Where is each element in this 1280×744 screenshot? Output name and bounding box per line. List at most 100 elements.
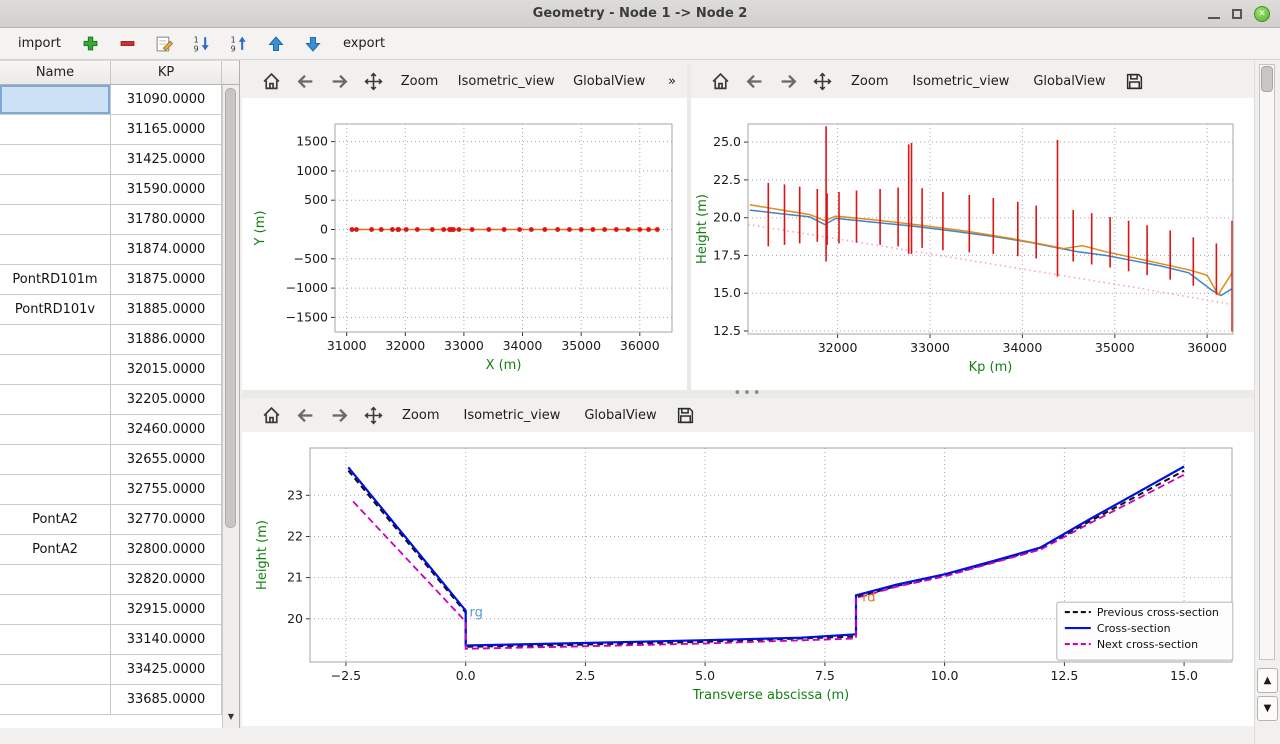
main-scrollbar-track[interactable] xyxy=(1259,64,1275,660)
name-cell[interactable] xyxy=(0,655,111,684)
name-cell[interactable] xyxy=(0,415,111,444)
table-row[interactable]: 31780.0000 xyxy=(0,205,222,235)
table-row[interactable]: 31425.0000 xyxy=(0,145,222,175)
table-row[interactable]: 32655.0000 xyxy=(0,445,222,475)
kp-cell[interactable]: 33685.0000 xyxy=(111,685,222,714)
import-button[interactable]: import xyxy=(14,33,65,54)
table-row[interactable]: PontA232770.0000 xyxy=(0,505,222,535)
table-scroll-down-icon[interactable]: ▼ xyxy=(224,708,238,724)
name-cell[interactable] xyxy=(0,325,111,354)
name-cell[interactable] xyxy=(0,85,111,114)
kp-cell[interactable]: 32015.0000 xyxy=(111,355,222,384)
global-view-button[interactable]: GlobalView xyxy=(565,67,653,95)
column-header-name[interactable]: Name xyxy=(0,61,111,84)
kp-cell[interactable]: 31590.0000 xyxy=(111,175,222,204)
name-cell[interactable] xyxy=(0,685,111,714)
table-row[interactable]: PontRD101m31875.0000 xyxy=(0,265,222,295)
sort-descending-button[interactable]: 19 xyxy=(191,33,213,55)
isometric-view-button[interactable]: Isometric_view xyxy=(902,67,1019,95)
table-row[interactable]: PontA232800.0000 xyxy=(0,535,222,565)
name-cell[interactable]: PontRD101v xyxy=(0,295,111,324)
column-header-kp[interactable]: KP xyxy=(111,61,222,84)
table-row[interactable]: 31590.0000 xyxy=(0,175,222,205)
zoom-button[interactable]: Zoom xyxy=(392,67,447,95)
back-button[interactable] xyxy=(290,401,320,429)
profile-view-chart[interactable]: 320003300034000350003600012.515.017.520.… xyxy=(691,98,1254,390)
name-cell[interactable] xyxy=(0,175,111,204)
global-view-button[interactable]: GlobalView xyxy=(574,401,666,429)
kp-cell[interactable]: 32460.0000 xyxy=(111,415,222,444)
restore-icon[interactable] xyxy=(1232,9,1242,19)
table-scrollbar[interactable]: ▼ xyxy=(222,85,239,728)
name-cell[interactable] xyxy=(0,145,111,174)
kp-cell[interactable]: 31874.0000 xyxy=(111,235,222,264)
table-row[interactable]: 33425.0000 xyxy=(0,655,222,685)
kp-cell[interactable]: 31425.0000 xyxy=(111,145,222,174)
forward-button[interactable] xyxy=(324,401,354,429)
table-row[interactable]: PontRD101v31885.0000 xyxy=(0,295,222,325)
name-cell[interactable] xyxy=(0,565,111,594)
kp-cell[interactable]: 32770.0000 xyxy=(111,505,222,534)
main-scrollbar[interactable]: ▲ ▼ xyxy=(1254,60,1280,744)
kp-cell[interactable]: 32755.0000 xyxy=(111,475,222,504)
save-button[interactable] xyxy=(671,401,701,429)
name-cell[interactable]: PontRD101m xyxy=(0,265,111,294)
kp-cell[interactable]: 31780.0000 xyxy=(111,205,222,234)
kp-cell[interactable]: 31875.0000 xyxy=(111,265,222,294)
table-row[interactable]: 32015.0000 xyxy=(0,355,222,385)
isometric-view-button[interactable]: Isometric_view xyxy=(453,401,570,429)
isometric-view-button[interactable]: Isometric_view xyxy=(451,67,561,95)
scroll-up-icon[interactable]: ▲ xyxy=(1257,668,1278,693)
table-row[interactable]: 31090.0000 xyxy=(0,85,222,115)
export-button[interactable]: export xyxy=(339,33,389,54)
global-view-button[interactable]: GlobalView xyxy=(1023,67,1115,95)
home-button[interactable] xyxy=(256,401,286,429)
name-cell[interactable]: PontA2 xyxy=(0,535,111,564)
zoom-button[interactable]: Zoom xyxy=(392,401,449,429)
table-row[interactable]: 32915.0000 xyxy=(0,595,222,625)
forward-button[interactable] xyxy=(773,67,803,95)
kp-cell[interactable]: 31090.0000 xyxy=(111,85,222,114)
sort-ascending-button[interactable]: 19 xyxy=(228,33,250,55)
table-row[interactable]: 32755.0000 xyxy=(0,475,222,505)
kp-cell[interactable]: 32915.0000 xyxy=(111,595,222,624)
table-row[interactable]: 33685.0000 xyxy=(0,685,222,715)
home-button[interactable] xyxy=(705,67,735,95)
kp-cell[interactable]: 32655.0000 xyxy=(111,445,222,474)
minimize-icon[interactable] xyxy=(1208,9,1220,19)
back-button[interactable] xyxy=(739,67,769,95)
name-cell[interactable] xyxy=(0,235,111,264)
kp-cell[interactable]: 31885.0000 xyxy=(111,295,222,324)
toolbar-overflow-button[interactable]: » xyxy=(657,67,687,95)
plan-view-chart[interactable]: 310003200033000340003500036000−1500−1000… xyxy=(242,98,687,390)
kp-cell[interactable]: 32800.0000 xyxy=(111,535,222,564)
table-row[interactable]: 32205.0000 xyxy=(0,385,222,415)
pan-button[interactable] xyxy=(358,67,388,95)
name-cell[interactable] xyxy=(0,595,111,624)
remove-row-button[interactable] xyxy=(117,33,139,55)
kp-cell[interactable]: 32205.0000 xyxy=(111,385,222,414)
name-cell[interactable] xyxy=(0,445,111,474)
name-cell[interactable]: PontA2 xyxy=(0,505,111,534)
horizontal-splitter[interactable]: ••• xyxy=(242,390,1254,398)
name-cell[interactable] xyxy=(0,475,111,504)
kp-cell[interactable]: 31165.0000 xyxy=(111,115,222,144)
main-scrollbar-thumb[interactable] xyxy=(1261,66,1273,92)
back-button[interactable] xyxy=(290,67,320,95)
name-cell[interactable] xyxy=(0,625,111,654)
name-cell[interactable] xyxy=(0,355,111,384)
table-row[interactable]: 31165.0000 xyxy=(0,115,222,145)
zoom-button[interactable]: Zoom xyxy=(841,67,898,95)
table-row[interactable]: 31886.0000 xyxy=(0,325,222,355)
table-row[interactable]: 32460.0000 xyxy=(0,415,222,445)
name-cell[interactable] xyxy=(0,205,111,234)
add-row-button[interactable] xyxy=(80,33,102,55)
home-button[interactable] xyxy=(256,67,286,95)
table-row[interactable]: 31874.0000 xyxy=(0,235,222,265)
scroll-down-icon[interactable]: ▼ xyxy=(1257,696,1278,721)
pan-button[interactable] xyxy=(358,401,388,429)
move-up-button[interactable] xyxy=(265,33,287,55)
save-button[interactable] xyxy=(1120,67,1150,95)
name-cell[interactable] xyxy=(0,115,111,144)
kp-cell[interactable]: 31886.0000 xyxy=(111,325,222,354)
